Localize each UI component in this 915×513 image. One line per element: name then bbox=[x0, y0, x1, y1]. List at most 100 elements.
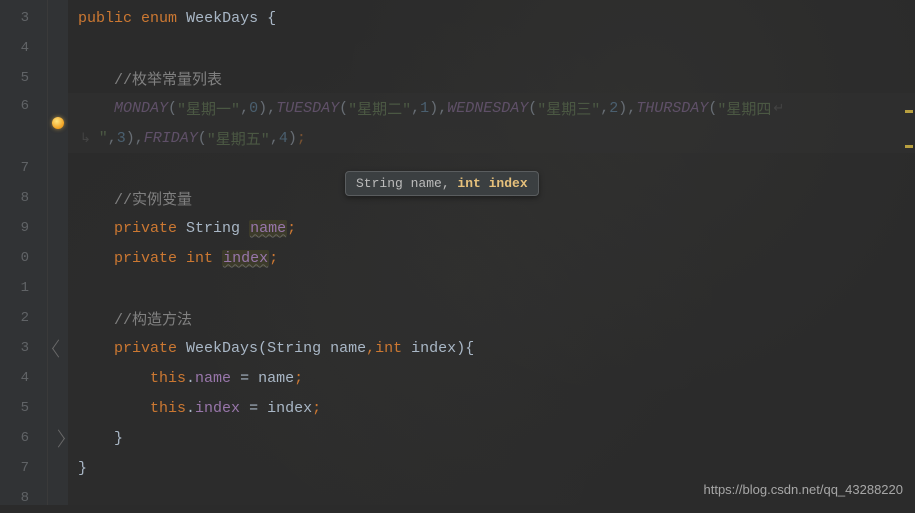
var: index bbox=[267, 400, 312, 417]
text: { bbox=[258, 10, 276, 27]
number: 4 bbox=[279, 130, 288, 147]
type: int bbox=[186, 250, 213, 267]
text bbox=[132, 10, 141, 27]
code-line[interactable]: } bbox=[68, 453, 915, 483]
enum-constant: TUESDAY bbox=[276, 100, 339, 117]
comment: //枚举常量列表 bbox=[114, 68, 222, 89]
text: ) bbox=[288, 130, 297, 147]
fold-start-icon[interactable] bbox=[52, 339, 65, 357]
gutter-slot bbox=[48, 273, 68, 303]
field: index bbox=[195, 400, 240, 417]
line-number[interactable]: 8 bbox=[0, 183, 47, 213]
enum-constant: THURSDAY bbox=[636, 100, 708, 117]
intention-bulb-icon[interactable] bbox=[52, 117, 64, 129]
text bbox=[213, 250, 222, 267]
text: ( bbox=[198, 130, 207, 147]
gutter-slot bbox=[48, 153, 68, 183]
text: . bbox=[186, 370, 195, 387]
line-number[interactable]: 7 bbox=[0, 453, 47, 483]
indent bbox=[78, 70, 114, 87]
indent bbox=[78, 310, 114, 327]
keyword: enum bbox=[141, 10, 177, 27]
code-line[interactable]: this.index = index; bbox=[68, 393, 915, 423]
line-number-gutter[interactable]: 3 4 5 6 7 8 9 0 1 2 3 4 5 6 7 8 bbox=[0, 0, 48, 505]
text bbox=[321, 340, 330, 357]
parameter-info-tooltip: String name, int index bbox=[345, 171, 539, 196]
keyword: this bbox=[150, 370, 186, 387]
line-number[interactable]: 4 bbox=[0, 363, 47, 393]
comment: //构造方法 bbox=[114, 308, 192, 329]
tooltip-current-param: int index bbox=[457, 176, 527, 191]
code-line[interactable]: //枚举常量列表 bbox=[68, 63, 915, 93]
text: ){ bbox=[456, 340, 474, 357]
enum-constant: FRIDAY bbox=[144, 130, 198, 147]
gutter-slot bbox=[48, 363, 68, 393]
soft-wrap-cont-icon: ↳ bbox=[80, 131, 99, 146]
text: , bbox=[600, 100, 609, 117]
text: , bbox=[366, 340, 375, 357]
comment: //实例变量 bbox=[114, 188, 192, 209]
warning-marker[interactable] bbox=[905, 110, 913, 113]
number: 2 bbox=[609, 100, 618, 117]
line-number[interactable]: 9 bbox=[0, 213, 47, 243]
line-number[interactable]: 5 bbox=[0, 393, 47, 423]
text bbox=[402, 340, 411, 357]
text: , bbox=[108, 130, 117, 147]
gutter-slot bbox=[48, 213, 68, 243]
watermark: https://blog.csdn.net/qq_43288220 bbox=[704, 482, 904, 497]
code-line[interactable]: public enum WeekDays { bbox=[68, 3, 915, 33]
text: ; bbox=[287, 220, 296, 237]
indent bbox=[78, 370, 150, 387]
string: "星期一" bbox=[177, 98, 240, 119]
text: ), bbox=[126, 130, 144, 147]
code-line[interactable]: } bbox=[68, 423, 915, 453]
gutter-slot bbox=[48, 393, 68, 423]
code-line[interactable]: private String name; bbox=[68, 213, 915, 243]
text: ; bbox=[269, 250, 278, 267]
code-line[interactable]: //构造方法 bbox=[68, 303, 915, 333]
gutter-slot bbox=[48, 333, 68, 363]
line-number[interactable]: 7 bbox=[0, 153, 47, 183]
line-number[interactable]: 2 bbox=[0, 303, 47, 333]
string: "星期二" bbox=[348, 98, 411, 119]
line-number[interactable]: 1 bbox=[0, 273, 47, 303]
string: "星期四 bbox=[717, 98, 771, 119]
text: . bbox=[186, 400, 195, 417]
indent bbox=[78, 190, 114, 207]
param: index bbox=[411, 340, 456, 357]
code-line[interactable]: private WeekDays(String name,int index){ bbox=[68, 333, 915, 363]
line-number[interactable]: 3 bbox=[0, 333, 47, 363]
text: ), bbox=[429, 100, 447, 117]
line-number[interactable]: 6 bbox=[0, 423, 47, 453]
warning-marker[interactable] bbox=[905, 145, 913, 148]
code-line[interactable] bbox=[68, 273, 915, 303]
line-number[interactable]: 5 bbox=[0, 63, 47, 93]
keyword: private bbox=[114, 220, 177, 237]
line-number[interactable]: 3 bbox=[0, 3, 47, 33]
indent bbox=[78, 430, 114, 447]
code-line[interactable]: MONDAY("星期一",0),TUESDAY("星期二",1),WEDNESD… bbox=[68, 93, 915, 153]
line-number[interactable]: 8 bbox=[0, 483, 47, 513]
text: , bbox=[411, 100, 420, 117]
code-content[interactable]: public enum WeekDays { //枚举常量列表 MONDAY ( "… bbox=[68, 0, 915, 505]
gutter-slot bbox=[48, 423, 68, 453]
code-line[interactable]: private int index; bbox=[68, 243, 915, 273]
fold-end-icon[interactable] bbox=[52, 429, 65, 447]
gutter-annotations bbox=[48, 0, 68, 505]
class-name: WeekDays bbox=[186, 10, 258, 27]
enum-constant: MONDAY bbox=[114, 100, 168, 117]
line-number[interactable]: 0 bbox=[0, 243, 47, 273]
keyword: this bbox=[150, 400, 186, 417]
line-number[interactable]: 4 bbox=[0, 33, 47, 63]
text: ), bbox=[258, 100, 276, 117]
field: name bbox=[195, 370, 231, 387]
enum-constant: WEDNESDAY bbox=[447, 100, 528, 117]
type: String bbox=[186, 220, 240, 237]
string: "星期三" bbox=[537, 98, 600, 119]
code-line[interactable]: this.name = name; bbox=[68, 363, 915, 393]
error-stripe[interactable] bbox=[903, 0, 913, 505]
number: 0 bbox=[249, 100, 258, 117]
code-line[interactable] bbox=[68, 33, 915, 63]
number: 1 bbox=[420, 100, 429, 117]
line-number[interactable]: 6 bbox=[0, 93, 47, 153]
